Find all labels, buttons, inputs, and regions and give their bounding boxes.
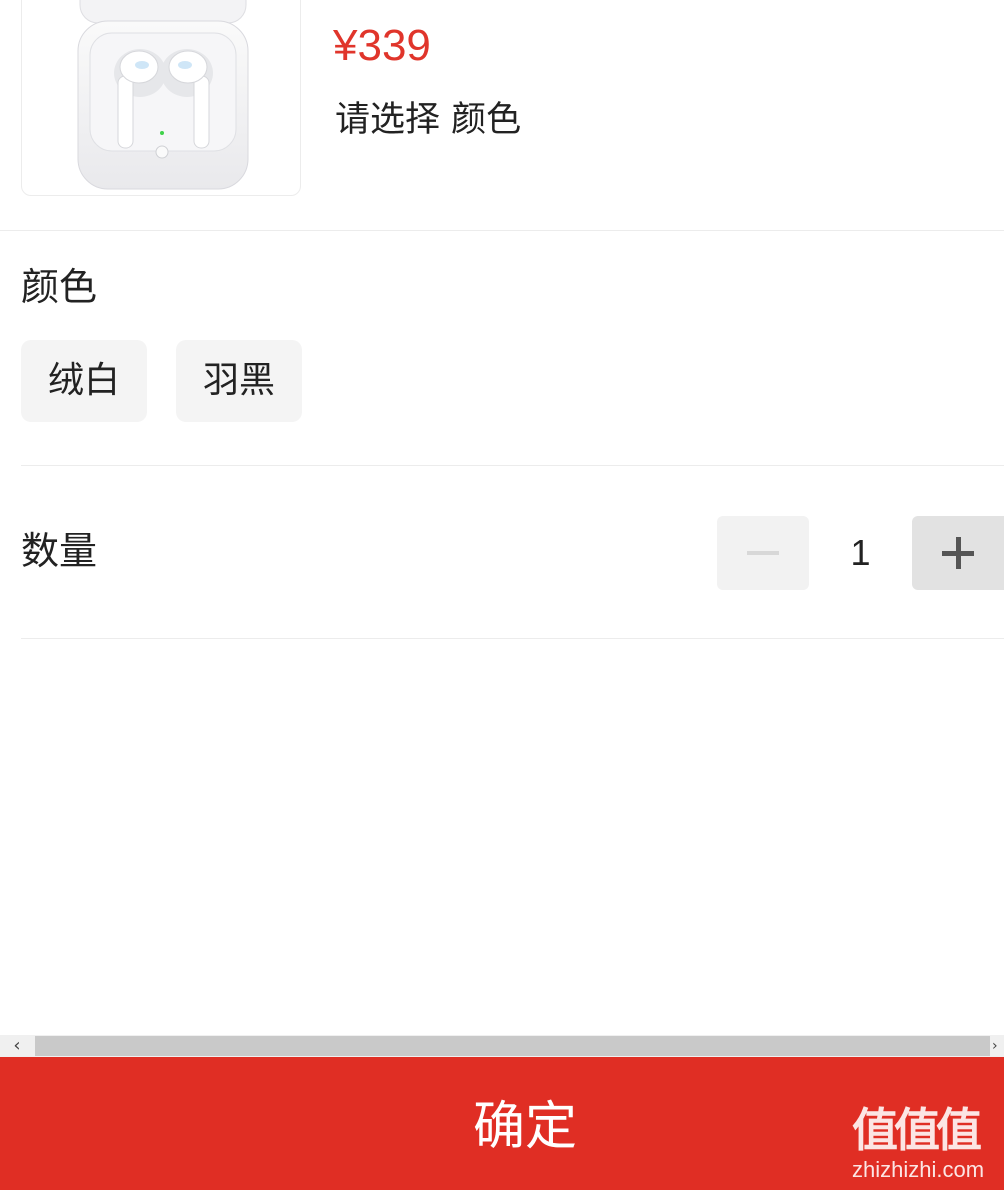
scrollbar-thumb[interactable] xyxy=(35,1036,990,1056)
scroll-right-arrow-icon[interactable]: › xyxy=(992,1035,1004,1057)
divider xyxy=(21,638,1004,639)
color-section-title: 颜色 xyxy=(21,265,98,309)
divider xyxy=(21,465,1004,466)
quantity-value[interactable]: 1 xyxy=(809,516,912,590)
horizontal-scrollbar[interactable]: ‹ › xyxy=(0,1035,1004,1057)
color-option-black[interactable]: 羽黑 xyxy=(176,340,302,422)
plus-icon-vertical xyxy=(956,537,961,569)
quantity-section-title: 数量 xyxy=(21,529,98,573)
selection-hint: 请选择 颜色 xyxy=(335,100,522,140)
watermark-domain: zhizhizhi.com xyxy=(852,1157,985,1182)
watermark-logo: 值值值 xyxy=(852,1103,982,1157)
divider xyxy=(0,230,1004,231)
product-image xyxy=(21,0,301,196)
watermark: 值值值 zhizhizhi.com xyxy=(852,1103,1000,1183)
product-price: ¥339 xyxy=(333,21,431,70)
minus-icon xyxy=(747,551,779,555)
earbuds-case-illustration xyxy=(77,0,249,190)
scroll-left-arrow-icon[interactable]: ‹ xyxy=(0,1035,34,1057)
color-option-white[interactable]: 绒白 xyxy=(21,340,147,422)
quantity-decrease-button[interactable] xyxy=(717,516,809,590)
quantity-increase-button[interactable] xyxy=(912,516,1004,590)
